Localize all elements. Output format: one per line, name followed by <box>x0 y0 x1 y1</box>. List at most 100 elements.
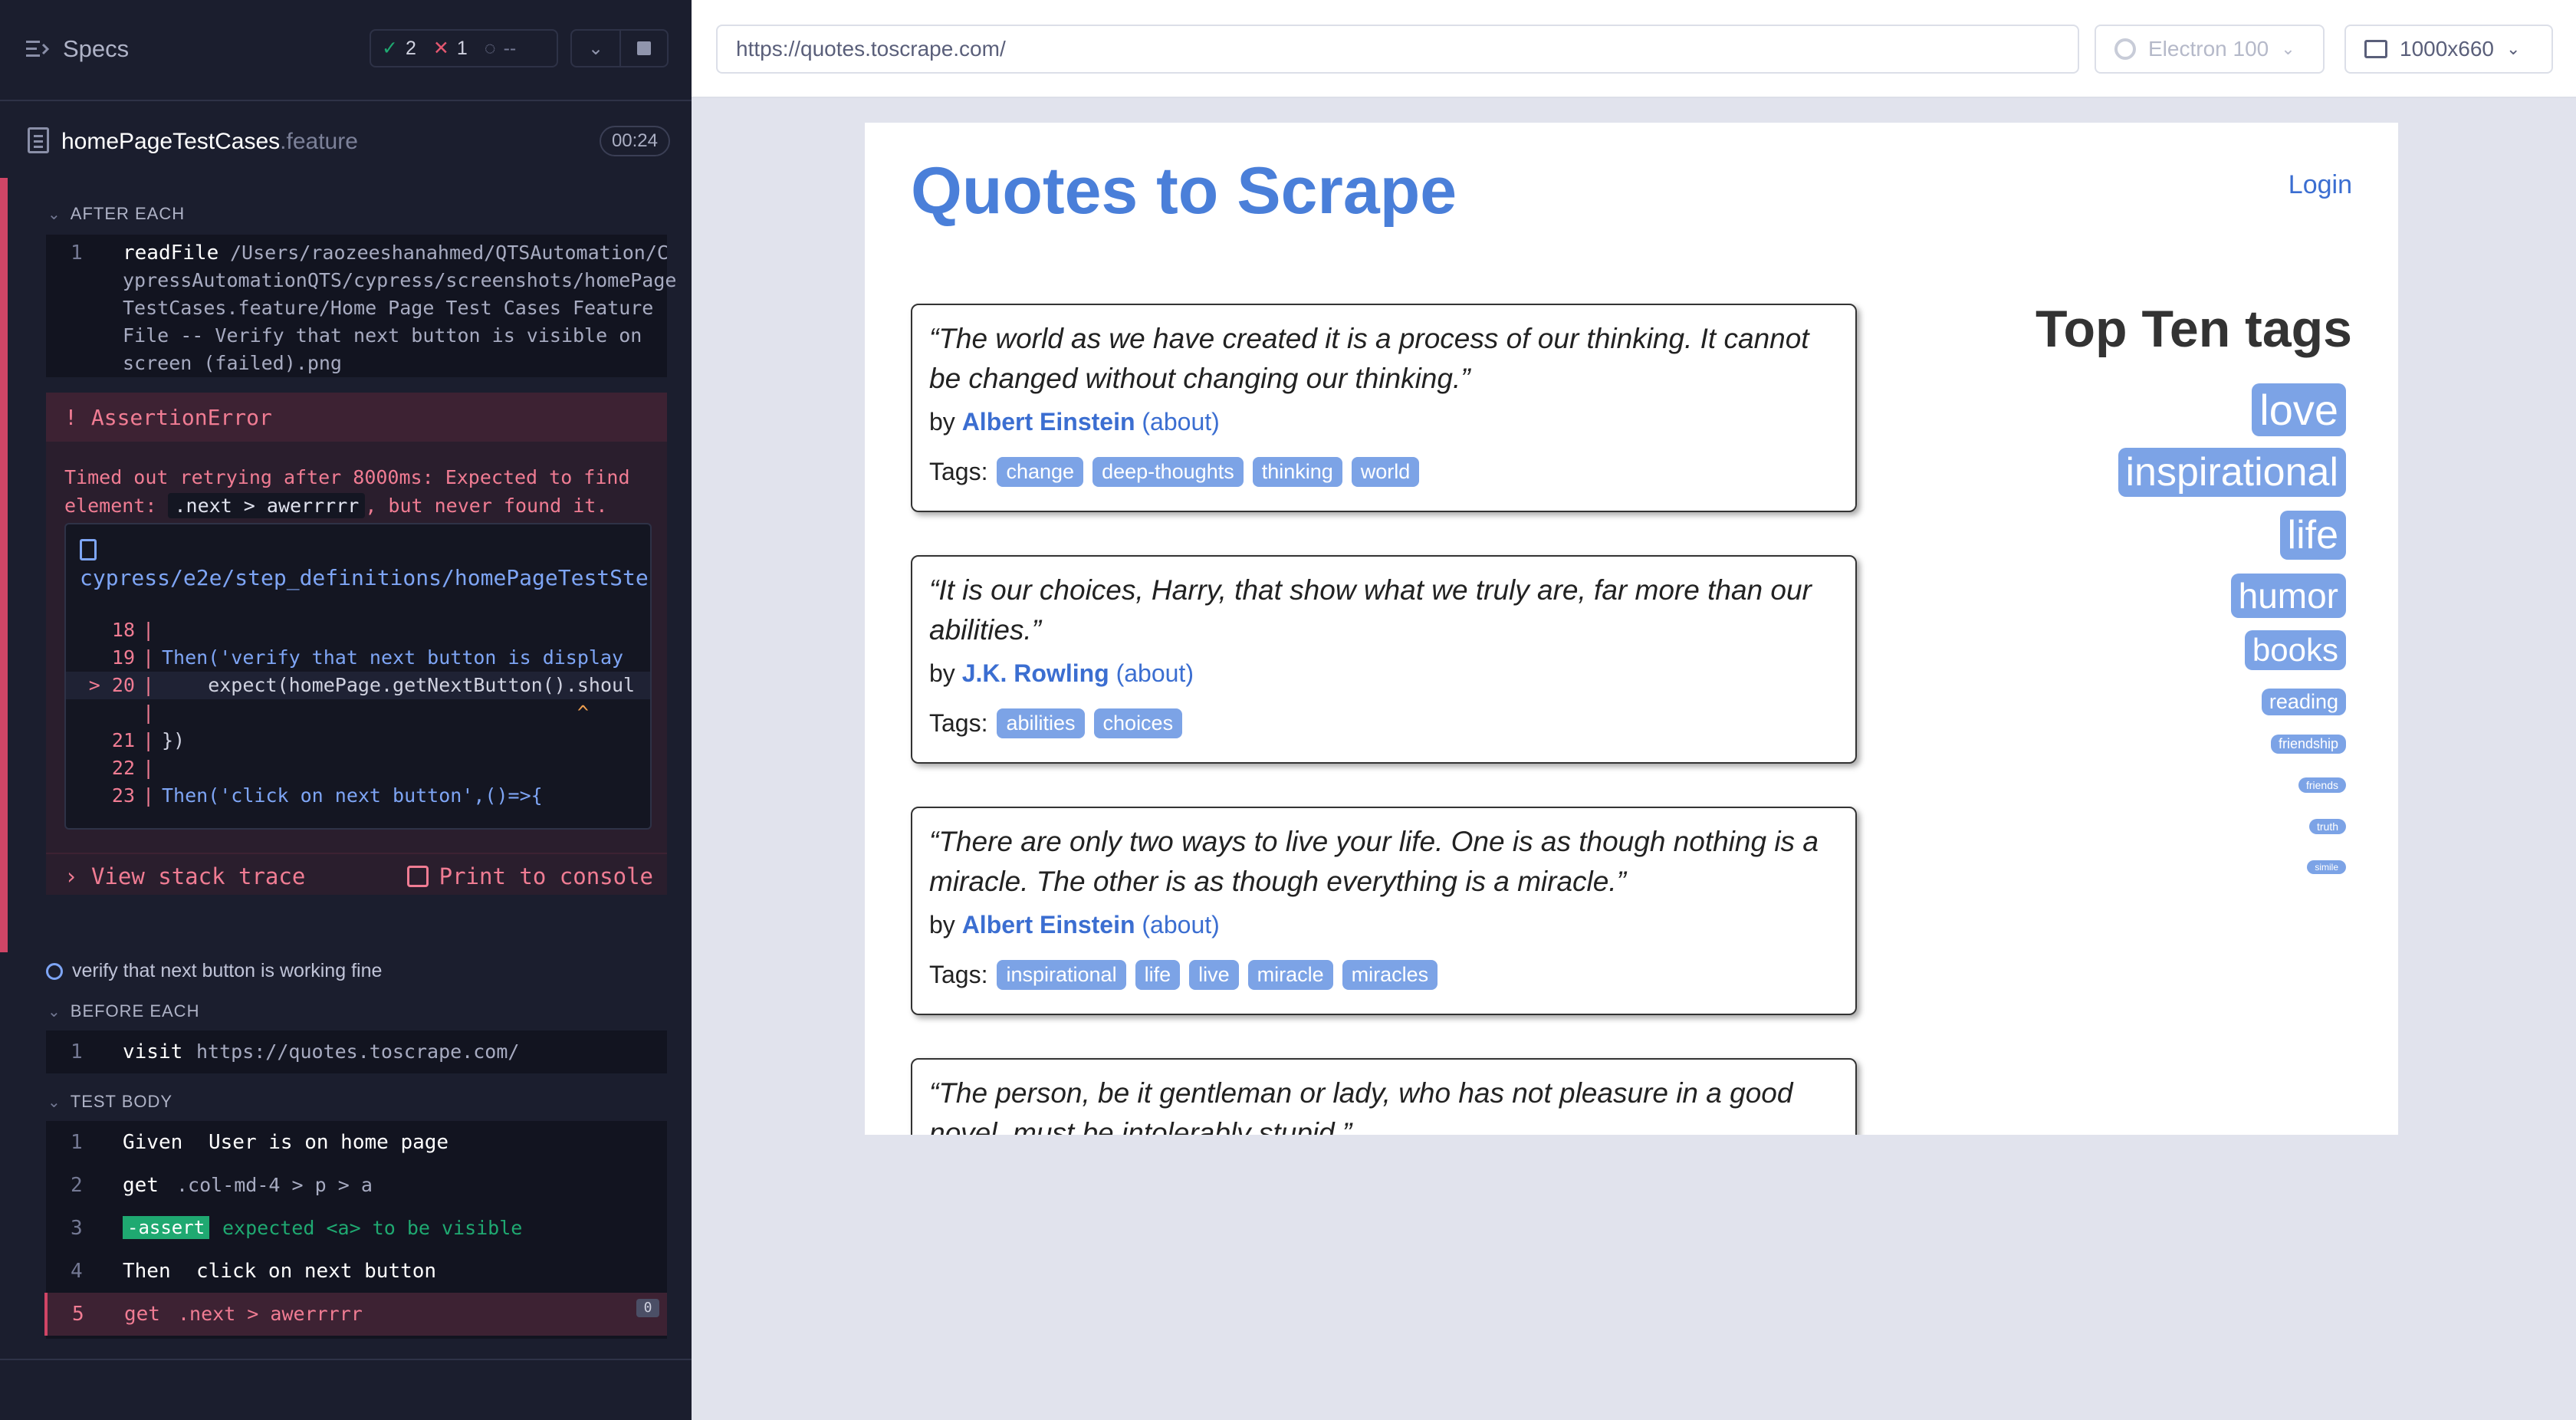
by-label: by <box>929 911 955 938</box>
electron-icon <box>2114 38 2136 60</box>
top-tag-link[interactable]: simile <box>2307 860 2346 874</box>
browser-selector[interactable]: Electron 100 ⌄ <box>2095 25 2325 74</box>
command-name: visit <box>123 1040 183 1063</box>
command-message: User is on home page <box>209 1131 449 1154</box>
line-text: expect(homePage.getNextButton().shoul <box>162 674 636 696</box>
top-tag-link[interactable]: friendship <box>2270 735 2346 754</box>
chevron-down-icon: ⌄ <box>2281 39 2295 58</box>
view-stack-trace-button[interactable]: › View stack trace <box>64 863 305 889</box>
tag-link[interactable]: abilities <box>997 708 1085 738</box>
line-gutter: | <box>143 784 155 807</box>
failed-command-row[interactable]: 5 get .next > awerrrrr 0 <box>44 1293 667 1336</box>
author-name: J.K. Rowling <box>961 659 1109 687</box>
tag-link[interactable]: miracle <box>1247 960 1333 990</box>
tag-link[interactable]: life <box>1135 960 1181 990</box>
running-test-row[interactable]: verify that next button is working fine <box>46 960 382 982</box>
command-row[interactable]: 1 Given User is on home page <box>46 1121 667 1164</box>
code-line: | ^ <box>66 699 650 727</box>
top-tag-link[interactable]: books <box>2244 630 2346 670</box>
line-gutter: | <box>143 702 155 724</box>
error-actions: › View stack trace Print to console <box>46 853 667 896</box>
command-name: get <box>124 1303 160 1326</box>
before-each-hook[interactable]: ⌄ BEFORE EACH <box>48 1001 199 1021</box>
after-each-hook[interactable]: ⌄ AFTER EACH <box>48 204 185 224</box>
about-link[interactable]: (about) <box>1142 408 1219 436</box>
command-row[interactable]: 4 Then click on next button <box>46 1250 667 1293</box>
tag-link[interactable]: thinking <box>1252 457 1342 487</box>
quote-tags: Tags: abilities choices <box>929 708 1183 738</box>
viewport-selector[interactable]: 1000x660 ⌄ <box>2344 25 2553 74</box>
print-to-console-button[interactable]: Print to console <box>406 863 653 889</box>
spec-name: homePageTestCases <box>61 129 281 154</box>
command-log[interactable]: ⌄ AFTER EACH 1 readFile /Users/raozeeshan… <box>0 178 692 1359</box>
assert-badge: -assert <box>123 1216 210 1239</box>
command-message: .next > awerrrrr <box>178 1303 363 1325</box>
error-message-line: element: <box>64 495 157 517</box>
tag-link[interactable]: miracles <box>1342 960 1438 990</box>
login-link[interactable]: Login <box>2288 170 2352 200</box>
line-number: > 20 <box>88 674 135 696</box>
pending-count: -- <box>503 37 517 59</box>
quote-author-line: by Albert Einstein (about) <box>929 408 1220 436</box>
after-each-title: AFTER EACH <box>70 204 186 223</box>
top-tag-link[interactable]: inspirational <box>2118 448 2346 497</box>
code-frame-file-link[interactable]: cypress/e2e/step_definitions/homePageTes… <box>80 537 650 592</box>
reporter-footer <box>0 1359 692 1420</box>
quote-card: “There are only two ways to live your li… <box>911 807 1857 1015</box>
command-row[interactable]: 2 get .col-md-4 > p > a <box>46 1164 667 1207</box>
chevron-right-icon: › <box>64 863 78 889</box>
quote-author-line: by Albert Einstein (about) <box>929 911 1220 939</box>
top-tag-link[interactable]: truth <box>2308 819 2346 834</box>
site-title[interactable]: Quotes to Scrape <box>911 153 1457 229</box>
line-gutter: | <box>143 674 155 696</box>
tag-link[interactable]: inspirational <box>997 960 1126 990</box>
command-row[interactable]: 1 readFile /Users/raozeeshanahmed/QTSAut… <box>46 235 676 377</box>
stop-icon <box>637 41 651 55</box>
line-number: 21 <box>111 729 135 751</box>
quote-card: “The world as we have created it is a pr… <box>911 304 1857 512</box>
top-tag-link[interactable]: humor <box>2230 574 2346 618</box>
about-link[interactable]: (about) <box>1142 911 1219 938</box>
command-row[interactable]: 3 -assert expected <a> to be visible <box>46 1207 667 1250</box>
tag-link[interactable]: world <box>1351 457 1420 487</box>
chevron-down-icon: ⌄ <box>48 205 61 223</box>
tag-link[interactable]: change <box>997 457 1084 487</box>
error-message: Timed out retrying after 8000ms: Expecte… <box>64 463 655 520</box>
view-stack-label: View stack trace <box>90 863 306 889</box>
spec-file-row[interactable]: homePageTestCases.feature 00:24 <box>0 118 692 166</box>
tag-link[interactable]: choices <box>1093 708 1183 738</box>
tag-link[interactable]: deep-thoughts <box>1092 457 1244 487</box>
aut-toolbar: https://quotes.toscrape.com/ Electron 10… <box>692 0 2576 98</box>
top-tag-link[interactable]: love <box>2252 383 2346 436</box>
chevron-down-icon: ⌄ <box>48 1003 61 1021</box>
collapse-button[interactable]: ⌄ <box>572 31 619 66</box>
quote-text: “It is our choices, Harry, that show wha… <box>929 574 1812 646</box>
stop-button[interactable] <box>619 31 667 66</box>
top-tag-link[interactable]: life <box>2279 511 2346 560</box>
line-gutter: | <box>143 619 155 641</box>
about-link[interactable]: (about) <box>1116 659 1194 687</box>
code-line: 21 |}) <box>66 727 650 754</box>
chevron-down-icon: ⌄ <box>587 38 604 59</box>
line-number: 23 <box>111 784 135 807</box>
command-row[interactable]: 1 visit https://quotes.toscrape.com/ <box>46 1030 667 1073</box>
specs-toggle[interactable]: Specs <box>26 35 129 63</box>
file-icon <box>80 539 97 560</box>
command-number: 4 <box>71 1260 83 1283</box>
line-gutter: | <box>143 757 155 779</box>
line-gutter: | <box>143 729 155 751</box>
browser-label: Electron 100 <box>2148 37 2269 61</box>
file-icon <box>28 127 49 153</box>
line-text: Then('verify that next button is display <box>162 646 624 669</box>
error-message-line: Timed out retrying after 8000ms: Expecte… <box>64 466 630 488</box>
command-message: File -- Verify that next button is visib… <box>123 324 642 347</box>
running-spinner-icon <box>46 962 63 980</box>
spec-duration: 00:24 <box>599 126 670 156</box>
specs-label: Specs <box>63 35 130 62</box>
test-body-hook[interactable]: ⌄ TEST BODY <box>48 1092 172 1112</box>
tag-link[interactable]: live <box>1189 960 1239 990</box>
top-tag-link[interactable]: friends <box>2298 777 2346 793</box>
url-bar[interactable]: https://quotes.toscrape.com/ <box>716 25 2079 74</box>
top-tag-link[interactable]: reading <box>2261 689 2346 715</box>
before-each-title: BEFORE EACH <box>70 1001 200 1021</box>
